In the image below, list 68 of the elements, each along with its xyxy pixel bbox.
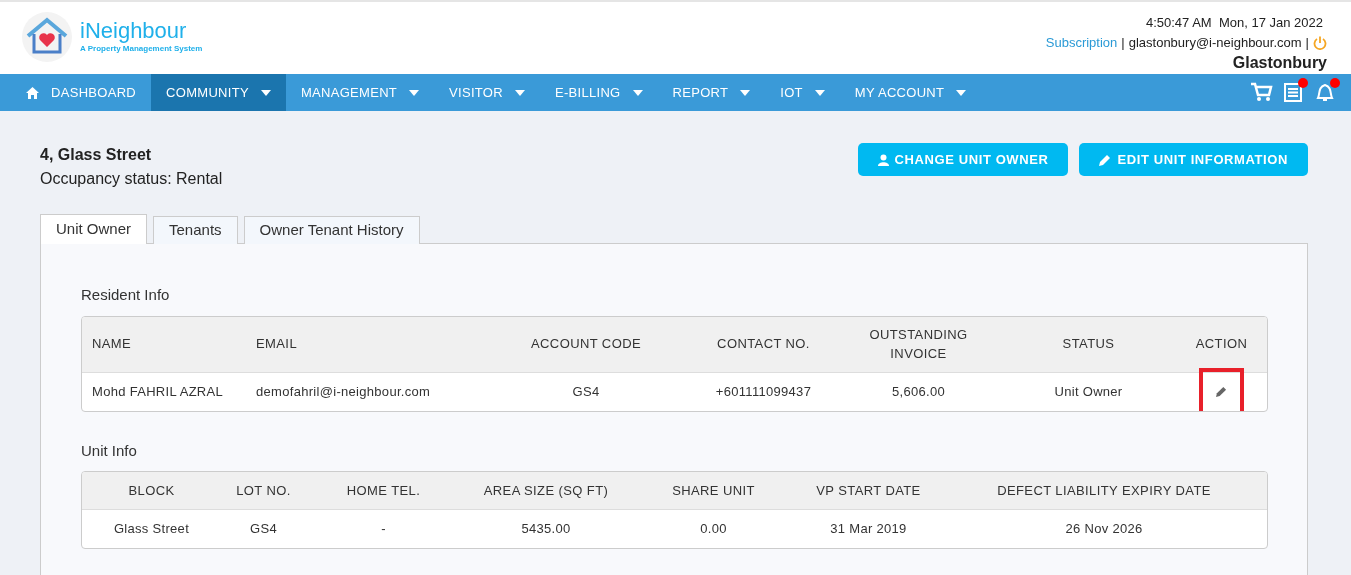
column-header: AREA SIZE (SQ FT)	[482, 481, 610, 500]
caret-icon	[814, 89, 825, 96]
unit-title: 4, Glass Street	[40, 145, 153, 165]
section-heading: Resident Info	[81, 285, 171, 305]
table-cell-text: 31 Mar 2019	[829, 520, 908, 539]
cart-icon[interactable]	[1251, 82, 1273, 103]
action-button[interactable]: CHANGE UNIT OWNER	[857, 143, 1069, 176]
subscription-link[interactable]: Subscription	[1045, 34, 1118, 52]
tab[interactable]: Owner Tenant History	[243, 216, 420, 244]
column-header: NAME	[91, 335, 133, 354]
occupancy-status: Occupancy status: Rental	[40, 169, 223, 189]
home-icon	[26, 86, 39, 99]
column-header: BLOCK	[127, 481, 176, 500]
pencil-icon	[1099, 153, 1112, 166]
caret-icon	[514, 89, 525, 96]
power-icon[interactable]	[1313, 36, 1327, 50]
caret-icon	[260, 89, 271, 96]
caret-icon	[740, 89, 751, 96]
column-header: CONTACT NO.	[716, 335, 811, 354]
table-cell-text: 0.00	[699, 520, 728, 539]
tab[interactable]: Tenants	[153, 216, 238, 244]
table-cell-text: GS4	[249, 520, 278, 539]
table-cell-text: GS4	[571, 382, 601, 401]
table-cell-text: 5435.00	[520, 520, 572, 539]
caret-icon	[409, 89, 420, 96]
column-header: LOT NO.	[235, 481, 292, 500]
document-list-icon[interactable]	[1283, 82, 1305, 103]
table-cell-text: Mohd FAHRIL AZRAL	[91, 382, 225, 401]
table-cell-text: 26 Nov 2026	[1064, 520, 1144, 539]
nav-item[interactable]: REPORT	[657, 74, 766, 111]
table-cell-text: Glass Street	[112, 520, 191, 539]
tagline: A Property Management System	[80, 43, 203, 55]
user-email: glastonbury@i-neighbour.com	[1128, 34, 1302, 52]
table-cell-text: 5,606.00	[891, 382, 946, 401]
house-heart-logo-icon	[22, 12, 72, 62]
column-header: ACTION	[1194, 335, 1249, 354]
column-header: OUTSTANDING INVOICE	[868, 325, 969, 363]
column-header: SHARE UNIT	[671, 481, 756, 500]
edit-button[interactable]	[1199, 368, 1244, 411]
nav-item[interactable]: E-BILLING	[539, 74, 658, 111]
caret-icon	[956, 89, 967, 96]
nav-item[interactable]: MANAGEMENT	[285, 74, 435, 111]
caret-icon	[632, 89, 643, 96]
separator: |	[1305, 34, 1309, 52]
table-cell-text: Unit Owner	[1053, 382, 1124, 401]
table-cell-text: -	[380, 520, 387, 539]
column-header: DEFECT LIABILITY EXPIRY DATE	[996, 481, 1212, 500]
nav-item[interactable]: IOT	[765, 74, 840, 111]
user-icon	[877, 153, 889, 166]
date-time: 4:50:47 AM Mon, 17 Jan 2022	[1145, 14, 1324, 32]
column-header: HOME TEL.	[345, 481, 422, 500]
table-cell-text: demofahril@i-neighbour.com	[255, 382, 432, 401]
action-button[interactable]: EDIT UNIT INFORMATION	[1079, 143, 1308, 176]
separator: |	[1121, 34, 1125, 52]
nav-item[interactable]: MY ACCOUNT	[839, 74, 982, 111]
column-header: ACCOUNT CODE	[530, 335, 642, 354]
nav-item[interactable]: COMMUNITY	[151, 74, 286, 111]
column-header: STATUS	[1061, 335, 1116, 354]
tab[interactable]: Unit Owner	[40, 214, 148, 244]
column-header: EMAIL	[255, 335, 298, 354]
column-header: VP START DATE	[815, 481, 922, 500]
table-cell-text: +601111099437	[714, 382, 813, 401]
community-name: Glastonbury	[1232, 53, 1327, 72]
nav-item[interactable]: DASHBOARD	[22, 74, 152, 111]
pencil-icon	[1216, 386, 1227, 397]
nav-item[interactable]: VISITOR	[434, 74, 540, 111]
brand-name: iNeighbour	[80, 19, 188, 43]
section-heading: Unit Info	[81, 440, 138, 461]
